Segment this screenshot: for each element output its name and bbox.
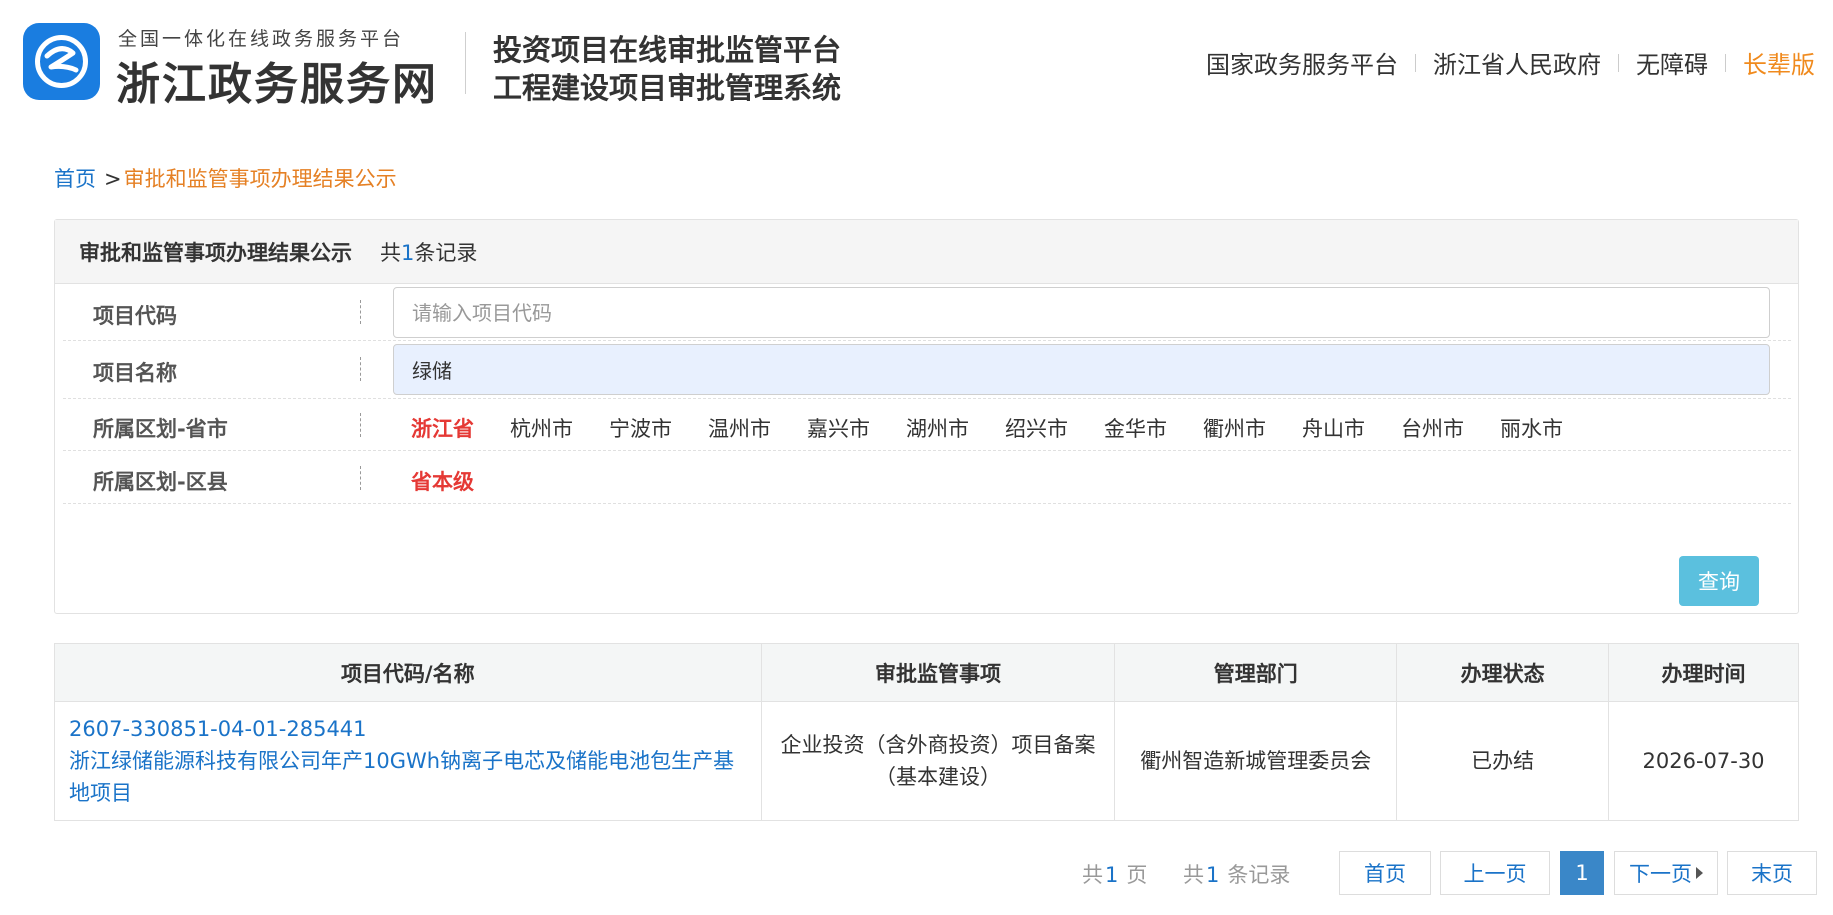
status-cell: 已办结 [1396,701,1610,821]
city-option-quzhou[interactable]: 衢州市 [1203,413,1266,443]
breadcrumb-separator: > [104,167,122,191]
filter-row-county: 所属区划-区县 省本级 [63,451,1791,504]
column-date: 办理时间 [1608,643,1799,702]
total-records-prefix: 共 [1183,863,1204,887]
link-separator [1725,53,1726,72]
system-title-investment: 投资项目在线审批监管平台 [493,33,842,67]
city-option-zhejiang[interactable]: 浙江省 [411,413,474,443]
total-pages-suffix: 页 [1126,863,1148,887]
column-approval-item: 审批监管事项 [760,643,1116,702]
column-department: 管理部门 [1114,643,1398,702]
last-page-button[interactable]: 末页 [1727,851,1817,895]
link-separator [1415,53,1416,72]
label-divider [360,413,361,437]
approval-item-cell: 企业投资（含外商投资）项目备案（基本建设） [760,701,1116,821]
link-national-platform[interactable]: 国家政务服务平台 [1206,45,1398,80]
query-button[interactable]: 查询 [1679,556,1759,606]
current-page-button[interactable]: 1 [1560,851,1604,895]
link-separator [1618,53,1619,72]
record-count-suffix: 条记录 [414,240,478,265]
city-option-huzhou[interactable]: 湖州市 [906,413,969,443]
city-label: 所属区划-省市 [93,417,228,441]
system-title-construction: 工程建设项目审批管理系统 [493,71,842,105]
site-header: 全国一体化在线政务服务平台 浙江政务服务网 投资项目在线审批监管平台 工程建设项… [0,0,1833,120]
city-option-zhoushan[interactable]: 舟山市 [1302,413,1365,443]
label-divider [360,300,361,324]
total-pages-info: 共1 页 [1082,859,1147,889]
project-name-link[interactable]: 浙江绿储能源科技有限公司年产10GWh钠离子电芯及储能电池包生产基地项目 [69,745,747,809]
city-option-jiaxing[interactable]: 嘉兴市 [807,413,870,443]
filter-row-project-code: 项目代码 [63,284,1791,341]
table-header-row: 项目代码/名称 审批监管事项 管理部门 办理状态 办理时间 [54,643,1799,702]
total-pages-number: 1 [1105,863,1119,887]
city-option-jinhua[interactable]: 金华市 [1104,413,1167,443]
county-options: 省本级 [411,466,510,496]
link-accessibility[interactable]: 无障碍 [1636,45,1708,80]
total-records-number: 1 [1206,863,1220,887]
search-panel: 审批和监管事项办理结果公示 共1条记录 项目代码 项目名称 所属区划-省市 浙江… [54,219,1799,614]
county-option-provincial[interactable]: 省本级 [411,466,474,496]
record-count-number: 1 [401,240,415,265]
city-option-hangzhou[interactable]: 杭州市 [510,413,573,443]
project-code-input[interactable] [393,287,1770,338]
prev-page-button[interactable]: 上一页 [1440,851,1550,895]
results-table: 项目代码/名称 审批监管事项 管理部门 办理状态 办理时间 2607-33085… [54,643,1799,821]
filter-row-project-name: 项目名称 [63,341,1791,399]
pagination: 共1 页 共1 条记录 首页 上一页 1 下一页 末页 [0,851,1833,895]
column-project: 项目代码/名称 [54,643,762,702]
site-slogan: 全国一体化在线政务服务平台 [118,28,405,50]
panel-header: 审批和监管事项办理结果公示 共1条记录 [55,220,1798,284]
department-cell: 衢州智造新城管理委员会 [1114,701,1398,821]
breadcrumb-home[interactable]: 首页 [54,167,96,191]
top-links: 国家政务服务平台 浙江省人民政府 无障碍 长辈版 [1206,45,1815,80]
next-page-label: 下一页 [1629,862,1692,886]
label-divider [360,466,361,490]
city-options: 浙江省 杭州市 宁波市 温州市 嘉兴市 湖州市 绍兴市 金华市 衢州市 舟山市 … [411,413,1599,443]
breadcrumb-current[interactable]: 审批和监管事项办理结果公示 [124,167,397,191]
zhejiang-logo-icon[interactable] [23,23,100,100]
city-option-wenzhou[interactable]: 温州市 [708,413,771,443]
table-row: 2607-330851-04-01-285441 浙江绿储能源科技有限公司年产1… [54,701,1799,821]
project-cell: 2607-330851-04-01-285441 浙江绿储能源科技有限公司年产1… [54,701,762,821]
site-name[interactable]: 浙江政务服务网 [116,48,438,112]
project-code-link[interactable]: 2607-330851-04-01-285441 [69,713,747,745]
project-code-label: 项目代码 [93,304,177,328]
link-provincial-government[interactable]: 浙江省人民政府 [1433,45,1601,80]
project-name-input[interactable] [393,344,1770,395]
link-elder-mode[interactable]: 长辈版 [1743,45,1815,80]
city-option-ningbo[interactable]: 宁波市 [609,413,672,443]
first-page-button[interactable]: 首页 [1339,851,1431,895]
project-name-label: 项目名称 [93,361,177,385]
label-divider [360,357,361,381]
filter-row-city: 所属区划-省市 浙江省 杭州市 宁波市 温州市 嘉兴市 湖州市 绍兴市 金华市 … [63,399,1791,451]
city-option-taizhou[interactable]: 台州市 [1401,413,1464,443]
date-cell: 2026-07-30 [1608,701,1799,821]
total-records-suffix: 条记录 [1227,863,1291,887]
record-count-prefix: 共 [380,240,401,265]
header-divider [465,32,466,94]
panel-title: 审批和监管事项办理结果公示 [79,240,352,265]
breadcrumb: 首页 >审批和监管事项办理结果公示 [54,163,397,193]
city-option-shaoxing[interactable]: 绍兴市 [1005,413,1068,443]
county-label: 所属区划-区县 [93,470,228,494]
next-page-button[interactable]: 下一页 [1614,851,1718,895]
record-count: 共1条记录 [380,237,477,267]
total-records-info: 共1 条记录 [1183,859,1290,889]
column-status: 办理状态 [1396,643,1610,702]
city-option-lishui[interactable]: 丽水市 [1500,413,1563,443]
caret-right-icon [1696,867,1703,879]
total-pages-prefix: 共 [1082,863,1103,887]
